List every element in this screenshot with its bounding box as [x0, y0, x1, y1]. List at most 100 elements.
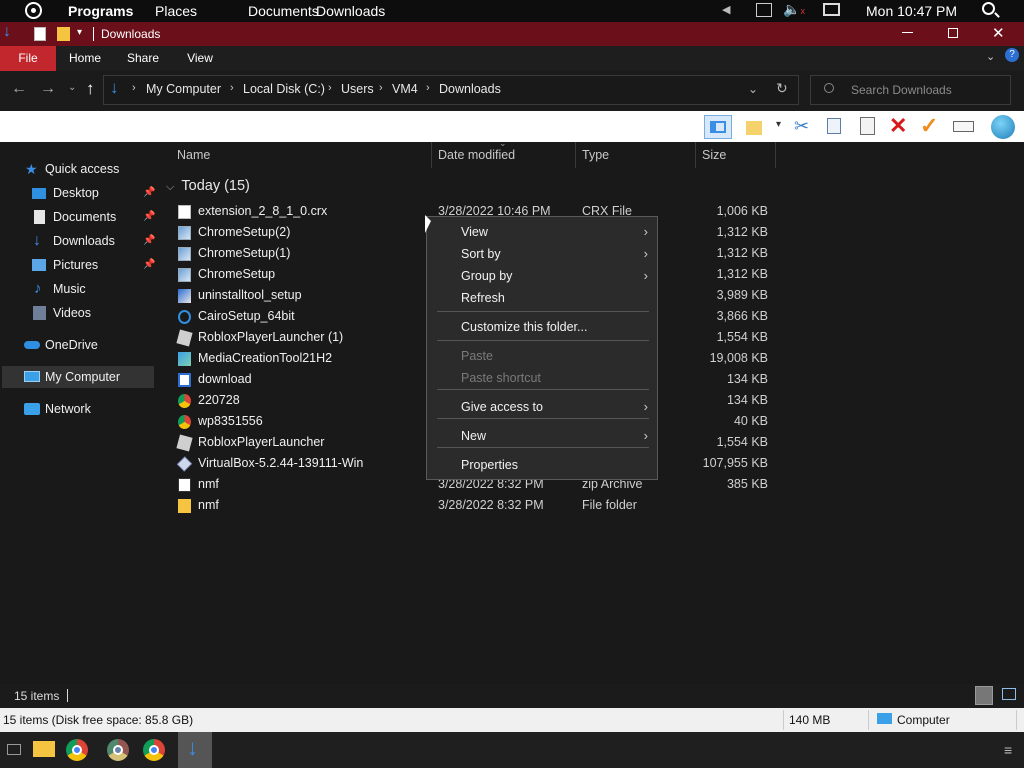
large-icons-view-button[interactable]: [1002, 688, 1016, 700]
address-bar[interactable]: ↓ › My Computer › Local Disk (C:) › User…: [103, 75, 799, 105]
cut-icon[interactable]: ✂: [794, 116, 809, 137]
file-size: 1,006 KB: [716, 204, 768, 218]
column-header-type[interactable]: Type: [576, 142, 696, 168]
network-tray-icon[interactable]: [756, 3, 772, 17]
breadcrumb-chevron-icon[interactable]: ›: [230, 82, 234, 94]
checkmark-icon[interactable]: ✓: [920, 113, 938, 139]
menu-item-paste-shortcut: Paste shortcut: [428, 367, 656, 389]
sidebar-item-onedrive[interactable]: OneDrive: [0, 334, 158, 356]
menu-separator: [437, 418, 649, 419]
pin-icon[interactable]: 📌: [143, 230, 155, 252]
pin-icon[interactable]: 📌: [143, 206, 155, 228]
programs-menu[interactable]: Programs: [68, 3, 133, 19]
sidebar-item-my-computer[interactable]: My Computer: [2, 366, 154, 388]
menu-item-sort-by[interactable]: Sort by ›: [428, 243, 656, 265]
sidebar-item-videos[interactable]: Videos: [0, 302, 158, 324]
message-tray-icon[interactable]: [823, 3, 840, 16]
file-manager-taskbar-button[interactable]: [30, 736, 60, 764]
new-folder-dropdown-icon[interactable]: ▾: [776, 119, 781, 130]
file-size: 1,554 KB: [716, 330, 768, 344]
menu-item-refresh[interactable]: Refresh: [428, 287, 656, 309]
menu-item-new[interactable]: New ›: [428, 425, 656, 447]
title-separator: [93, 27, 94, 41]
breadcrumb-my-computer[interactable]: My Computer: [146, 82, 221, 96]
sidebar-item-desktop[interactable]: Desktop 📌: [0, 182, 158, 204]
menu-item-properties[interactable]: Properties: [428, 454, 656, 476]
sidebar-item-pictures[interactable]: Pictures 📌: [0, 254, 158, 276]
caret-left-icon[interactable]: ◀: [722, 3, 730, 16]
new-folder-button[interactable]: [740, 115, 768, 139]
breadcrumb-local-disk[interactable]: Local Disk (C:): [243, 82, 325, 96]
sort-indicator-icon: ⌄: [499, 138, 507, 148]
file-row[interactable]: nmf 3/28/2022 8:32 PM File folder: [158, 495, 778, 516]
pin-icon[interactable]: 📌: [143, 182, 155, 204]
copy-icon[interactable]: [827, 118, 841, 134]
zip-icon: [178, 478, 191, 492]
breadcrumb-users[interactable]: Users: [341, 82, 374, 96]
sidebar-item-network[interactable]: Network: [0, 398, 158, 420]
chrome-taskbar-button-2[interactable]: [139, 736, 169, 764]
menu-item-paste: Paste: [428, 345, 656, 367]
file-type: File folder: [582, 498, 637, 512]
preview-pane-button[interactable]: [704, 115, 732, 139]
group-header[interactable]: ⌵ Today (15): [166, 178, 250, 198]
properties-quick-icon[interactable]: [34, 27, 46, 41]
chrome-html-icon: [178, 415, 191, 429]
menu-item-give-access-to[interactable]: Give access to ›: [428, 396, 656, 418]
menu-logo-icon[interactable]: [25, 2, 42, 19]
clock[interactable]: Mon 10:47 PM: [866, 3, 957, 19]
resize-grip[interactable]: [1016, 710, 1017, 730]
menu-item-customize-this-folder[interactable]: Customize this folder...: [428, 316, 656, 338]
maximize-button[interactable]: [948, 28, 958, 38]
file-name: uninstalltool_setup: [198, 288, 302, 302]
tab-home[interactable]: Home: [58, 46, 112, 71]
sidebar-item-documents[interactable]: Documents 📌: [0, 206, 158, 228]
volume-muted-icon[interactable]: 🔈x: [783, 1, 805, 18]
search-field[interactable]: Search Downloads: [810, 75, 1011, 105]
show-desktop-icon[interactable]: [7, 744, 21, 755]
menu-item-view[interactable]: View ›: [428, 221, 656, 243]
pin-icon[interactable]: 📌: [143, 254, 155, 276]
details-view-button[interactable]: [975, 686, 993, 705]
menu-item-group-by[interactable]: Group by ›: [428, 265, 656, 287]
breadcrumb-chevron-icon[interactable]: ›: [379, 82, 383, 94]
places-menu[interactable]: Places: [155, 3, 197, 19]
taskbar-menu-icon[interactable]: ≡: [1004, 742, 1012, 758]
close-button[interactable]: ✕: [992, 24, 1005, 42]
chrome-dev-taskbar-button[interactable]: [103, 736, 133, 764]
globe-icon[interactable]: [991, 115, 1015, 139]
ribbon-expand-icon[interactable]: ⌄: [986, 50, 995, 63]
recent-locations-icon[interactable]: ⌄: [68, 82, 76, 93]
tab-file[interactable]: File: [0, 46, 56, 71]
breadcrumb-downloads[interactable]: Downloads: [439, 82, 501, 96]
paste-icon[interactable]: [860, 117, 875, 135]
roblox-icon: [176, 329, 193, 347]
sidebar-item-music[interactable]: ♪ Music: [0, 278, 158, 300]
downloads-taskbar-button[interactable]: ↓: [178, 732, 212, 768]
breadcrumb-chevron-icon[interactable]: ›: [426, 82, 430, 94]
tab-view[interactable]: View: [174, 46, 226, 71]
rename-icon[interactable]: [953, 121, 974, 132]
breadcrumb-chevron-icon[interactable]: ›: [132, 82, 136, 94]
folder-quick-icon[interactable]: [57, 27, 70, 41]
sidebar-item-downloads[interactable]: ↓ Downloads 📌: [0, 230, 158, 252]
delete-icon[interactable]: ✕: [889, 113, 907, 139]
documents-menu[interactable]: Documents: [248, 3, 319, 19]
column-header-name[interactable]: Name: [170, 142, 432, 168]
sidebar-item-label: Documents: [53, 210, 117, 224]
quick-access-dropdown-icon[interactable]: ▾: [77, 27, 82, 38]
help-icon[interactable]: ?: [1005, 48, 1019, 62]
downloads-menu[interactable]: Downloads: [316, 3, 385, 19]
chrome-taskbar-button[interactable]: [62, 736, 92, 764]
column-header-size[interactable]: Size: [696, 142, 776, 168]
breadcrumb-chevron-icon[interactable]: ›: [328, 82, 332, 94]
refresh-icon[interactable]: ↻: [776, 80, 788, 97]
breadcrumb-vm4[interactable]: VM4: [392, 82, 418, 96]
back-button[interactable]: ←: [11, 80, 27, 98]
sidebar-item-quick-access[interactable]: ★ Quick access: [0, 158, 158, 180]
tab-share[interactable]: Share: [116, 46, 170, 71]
minimize-button[interactable]: [902, 32, 913, 33]
address-dropdown-icon[interactable]: ⌄: [748, 82, 758, 96]
up-button[interactable]: ↑: [86, 79, 95, 99]
forward-button[interactable]: →: [40, 80, 56, 98]
